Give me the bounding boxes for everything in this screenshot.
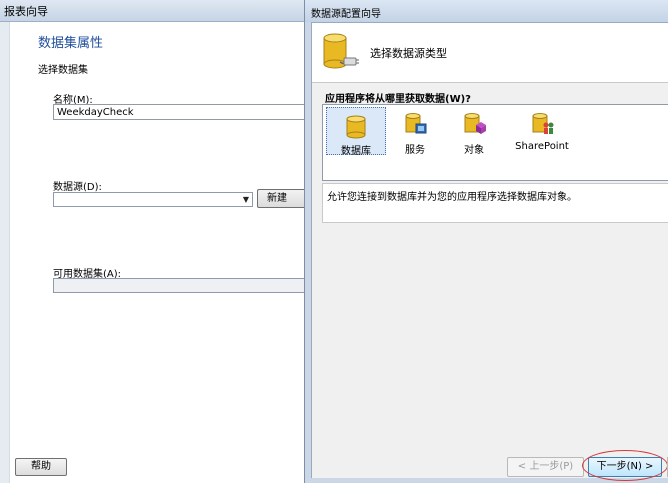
source-type-description: 允许您连接到数据库并为您的应用程序选择数据库对象。 (327, 192, 577, 203)
dialog-titlebar[interactable]: 数据源配置向导 (305, 0, 668, 22)
dialog-title: 数据源配置向导 (311, 9, 381, 20)
report-wizard-left-strip (0, 22, 10, 483)
source-type-list: 数据库 服务 对象 SharePoint (322, 104, 668, 181)
dataset-name-input[interactable]: WeekdayCheck (53, 104, 307, 120)
datasource-label: 数据源(D): (53, 182, 102, 193)
source-type-service[interactable]: 服务 (385, 105, 445, 171)
database-icon (345, 115, 367, 142)
source-type-label: 数据库 (341, 146, 371, 157)
datasource-wizard-dialog: 数据源配置向导 选择数据源类型 应用程序将从哪里获取数据(W)? 数据库 服务 … (304, 0, 668, 483)
report-wizard-body (0, 22, 306, 483)
service-icon (404, 112, 428, 139)
source-type-label: SharePoint (515, 141, 569, 152)
dropdown-arrow-icon[interactable]: ▼ (243, 195, 249, 204)
source-type-object[interactable]: 对象 (444, 105, 504, 171)
source-type-description-box: 允许您连接到数据库并为您的应用程序选择数据库对象。 (322, 183, 668, 223)
source-question-label: 应用程序将从哪里获取数据(W)? (325, 94, 471, 105)
source-type-sharepoint[interactable]: SharePoint (503, 105, 581, 171)
sharepoint-icon (531, 112, 555, 139)
source-type-database[interactable]: 数据库 (326, 107, 386, 157)
dialog-content: 选择数据源类型 应用程序将从哪里获取数据(W)? 数据库 服务 对象 Share… (311, 22, 668, 481)
source-type-label: 对象 (464, 145, 484, 156)
page-subtitle: 选择数据集 (38, 65, 88, 76)
dialog-header-title: 选择数据源类型 (370, 47, 447, 60)
page-heading: 数据集属性 (38, 36, 104, 51)
highlight-annotation-ring (582, 450, 668, 481)
object-icon (463, 112, 487, 139)
previous-button[interactable]: < 上一步(P) (507, 457, 584, 477)
report-wizard-title: 报表向导 (4, 5, 48, 18)
help-button[interactable]: 帮助 (15, 458, 67, 476)
source-type-label: 服务 (405, 145, 425, 156)
dialog-header: 选择数据源类型 (312, 23, 668, 83)
new-datasource-button[interactable]: 新建(E)... (257, 189, 307, 208)
database-plug-icon (320, 32, 360, 75)
available-datasets-list[interactable] (53, 278, 307, 293)
datasource-select[interactable]: ▼ (53, 192, 253, 207)
